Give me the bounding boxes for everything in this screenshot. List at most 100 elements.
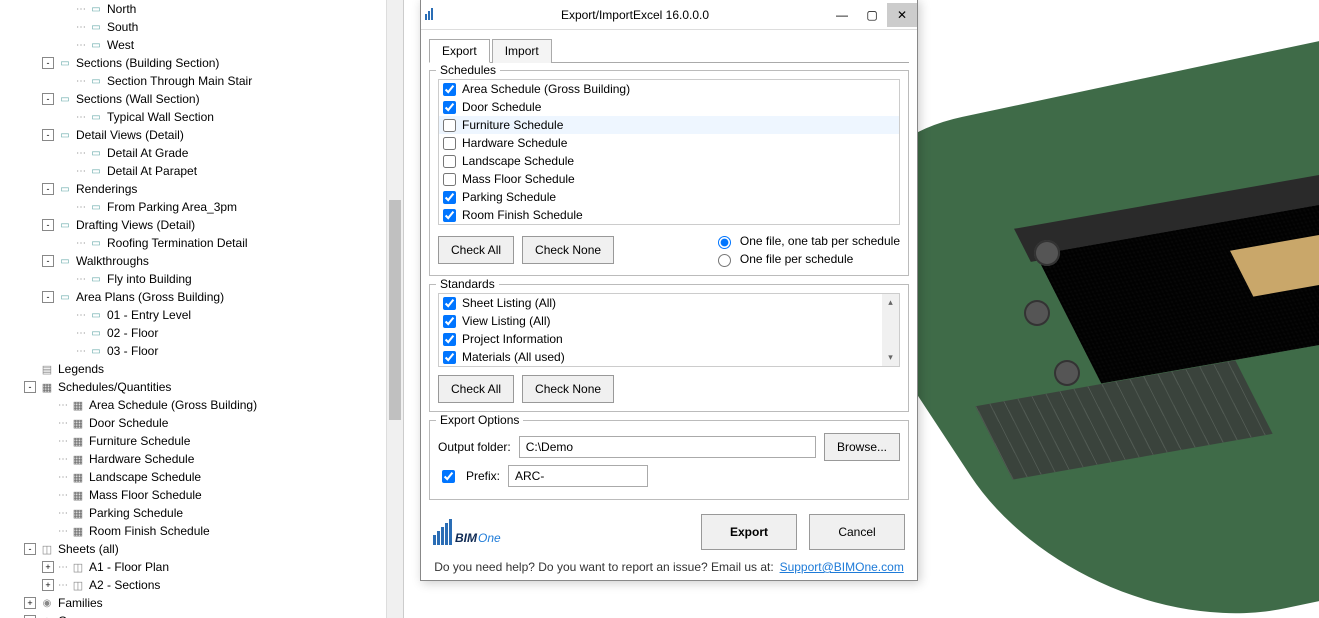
- tree-item[interactable]: ⋯South: [0, 18, 403, 36]
- schedule-checkbox[interactable]: [443, 155, 456, 168]
- schedule-checkbox[interactable]: [443, 191, 456, 204]
- tree-item[interactable]: -Sheets (all): [0, 540, 403, 558]
- schedule-item[interactable]: Room Finish Schedule: [439, 206, 899, 224]
- radio-one-file-one-tab-input[interactable]: [718, 236, 731, 249]
- tree-item[interactable]: -Sections (Building Section): [0, 54, 403, 72]
- tree-item-label: Schedules/Quantities: [58, 380, 171, 394]
- tree-item[interactable]: ⋯Door Schedule: [0, 414, 403, 432]
- tree-item[interactable]: ⋯Typical Wall Section: [0, 108, 403, 126]
- sheet-icon: [40, 542, 54, 556]
- standard-item[interactable]: Materials (All used): [439, 348, 899, 366]
- standard-checkbox[interactable]: [443, 351, 456, 364]
- standards-check-none-button[interactable]: Check None: [522, 375, 614, 403]
- schedules-check-all-button[interactable]: Check All: [438, 236, 514, 264]
- browse-button[interactable]: Browse...: [824, 433, 900, 461]
- expand-toggle[interactable]: +: [42, 579, 54, 591]
- tree-item[interactable]: ⋯Roofing Termination Detail: [0, 234, 403, 252]
- tree-item[interactable]: +Groups: [0, 612, 403, 618]
- schedule-checkbox[interactable]: [443, 119, 456, 132]
- tree-item[interactable]: - Schedules/Quantities: [0, 378, 403, 396]
- expand-toggle[interactable]: +: [42, 561, 54, 573]
- tree-item[interactable]: ⋯Detail At Parapet: [0, 162, 403, 180]
- tree-item[interactable]: ⋯Room Finish Schedule: [0, 522, 403, 540]
- standards-scrollbar[interactable]: ▴▾: [882, 294, 899, 366]
- close-button[interactable]: ✕: [887, 3, 917, 27]
- standard-checkbox[interactable]: [443, 315, 456, 328]
- expand-toggle[interactable]: -: [42, 255, 54, 267]
- standard-item[interactable]: Project Information: [439, 330, 899, 348]
- schedule-checkbox[interactable]: [443, 101, 456, 114]
- maximize-button[interactable]: ▢: [857, 3, 887, 27]
- schedule-item-label: Room Finish Schedule: [462, 208, 583, 222]
- tree-item[interactable]: -Drafting Views (Detail): [0, 216, 403, 234]
- tree-item[interactable]: -Detail Views (Detail): [0, 126, 403, 144]
- tree-item[interactable]: ⋯West: [0, 36, 403, 54]
- schedule-item[interactable]: Hardware Schedule: [439, 134, 899, 152]
- tab-export[interactable]: Export: [429, 39, 490, 63]
- tree-item[interactable]: ⋯02 - Floor: [0, 324, 403, 342]
- expand-toggle[interactable]: -: [42, 57, 54, 69]
- expand-toggle[interactable]: +: [24, 597, 36, 609]
- tree-item[interactable]: -Walkthroughs: [0, 252, 403, 270]
- tree-item[interactable]: ⋯North: [0, 0, 403, 18]
- dialog-titlebar[interactable]: Export/ImportExcel 16.0.0.0 — ▢ ✕: [421, 0, 917, 30]
- support-link[interactable]: Support@BIMOne.com: [780, 560, 904, 574]
- schedule-item[interactable]: Area Schedule (Gross Building): [439, 80, 899, 98]
- tree-item[interactable]: ⋯Landscape Schedule: [0, 468, 403, 486]
- export-button[interactable]: Export: [701, 514, 797, 550]
- tree-item[interactable]: +Families: [0, 594, 403, 612]
- tree-item[interactable]: -Renderings: [0, 180, 403, 198]
- schedule-item[interactable]: Parking Schedule: [439, 188, 899, 206]
- tree-item[interactable]: +⋯A1 - Floor Plan: [0, 558, 403, 576]
- radio-one-file-per-schedule[interactable]: One file per schedule: [713, 251, 900, 267]
- view-icon: [58, 218, 72, 232]
- tree-item[interactable]: ⋯Area Schedule (Gross Building): [0, 396, 403, 414]
- schedule-checkbox[interactable]: [443, 173, 456, 186]
- tree-scrollbar[interactable]: [386, 0, 403, 618]
- expand-toggle[interactable]: -: [42, 183, 54, 195]
- schedule-item[interactable]: Mass Floor Schedule: [439, 170, 899, 188]
- radio-one-file-one-tab[interactable]: One file, one tab per schedule: [713, 233, 900, 249]
- tree-item[interactable]: -Area Plans (Gross Building): [0, 288, 403, 306]
- tree-item[interactable]: ⋯01 - Entry Level: [0, 306, 403, 324]
- expand-toggle[interactable]: -: [42, 93, 54, 105]
- standard-checkbox[interactable]: [443, 297, 456, 310]
- prefix-checkbox[interactable]: [442, 470, 455, 483]
- schedule-item[interactable]: Furniture Schedule: [439, 116, 899, 134]
- radio-one-file-per-schedule-input[interactable]: [718, 254, 731, 267]
- sheet-icon: [71, 578, 85, 592]
- tree-item[interactable]: ⋯From Parking Area_3pm: [0, 198, 403, 216]
- tree-item[interactable]: ⋯03 - Floor: [0, 342, 403, 360]
- expand-toggle[interactable]: -: [42, 219, 54, 231]
- schedule-item[interactable]: Landscape Schedule: [439, 152, 899, 170]
- prefix-input[interactable]: [508, 465, 648, 487]
- tree-item[interactable]: ⋯Fly into Building: [0, 270, 403, 288]
- schedule-checkbox[interactable]: [443, 83, 456, 96]
- tree-item[interactable]: ⋯Furniture Schedule: [0, 432, 403, 450]
- tree-item[interactable]: ⋯Parking Schedule: [0, 504, 403, 522]
- cancel-button[interactable]: Cancel: [809, 514, 905, 550]
- schedule-checkbox[interactable]: [443, 137, 456, 150]
- tree-item[interactable]: ⋯Mass Floor Schedule: [0, 486, 403, 504]
- standards-check-all-button[interactable]: Check All: [438, 375, 514, 403]
- output-folder-input[interactable]: [519, 436, 816, 458]
- tree-item[interactable]: ⋯Hardware Schedule: [0, 450, 403, 468]
- schedule-item[interactable]: Door Schedule: [439, 98, 899, 116]
- expand-toggle[interactable]: -: [24, 543, 36, 555]
- standard-checkbox[interactable]: [443, 333, 456, 346]
- tree-item[interactable]: -Sections (Wall Section): [0, 90, 403, 108]
- schedule-checkbox[interactable]: [443, 209, 456, 222]
- minimize-button[interactable]: —: [827, 3, 857, 27]
- schedules-check-none-button[interactable]: Check None: [522, 236, 614, 264]
- view-icon: [89, 146, 103, 160]
- expand-toggle[interactable]: -: [24, 381, 36, 393]
- tree-item[interactable]: ⋯Detail At Grade: [0, 144, 403, 162]
- expand-toggle[interactable]: -: [42, 291, 54, 303]
- expand-toggle[interactable]: -: [42, 129, 54, 141]
- standard-item[interactable]: Sheet Listing (All): [439, 294, 899, 312]
- tree-item[interactable]: +⋯A2 - Sections: [0, 576, 403, 594]
- tab-import[interactable]: Import: [492, 39, 552, 63]
- tree-item[interactable]: Legends: [0, 360, 403, 378]
- standard-item[interactable]: View Listing (All): [439, 312, 899, 330]
- tree-item[interactable]: ⋯Section Through Main Stair: [0, 72, 403, 90]
